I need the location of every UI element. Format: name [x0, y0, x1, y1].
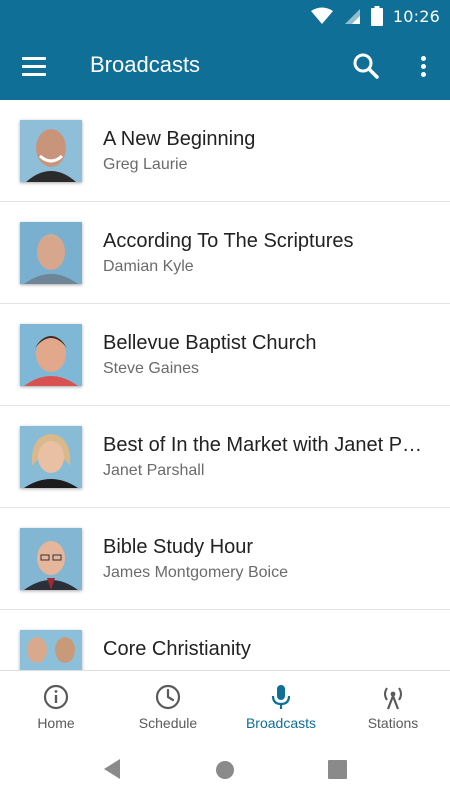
menu-icon-bar — [22, 73, 46, 76]
host-avatar — [20, 426, 82, 488]
broadcast-host: Damian Kyle — [103, 258, 194, 275]
list-item[interactable]: Best of In the Market with Janet Parshal… — [0, 406, 450, 508]
broadcast-title: Core Christianity — [103, 638, 251, 660]
broadcast-host: Greg Laurie — [103, 156, 188, 173]
wifi-icon — [310, 7, 333, 24]
broadcast-title: According To The Scriptures — [103, 230, 354, 252]
page-title: Broadcasts — [90, 52, 201, 77]
host-avatar — [20, 324, 82, 386]
host-avatar — [20, 630, 82, 670]
broadcast-title: Bible Study Hour — [103, 536, 254, 558]
broadcast-host: Janet Parshall — [103, 462, 205, 479]
clock-icon — [155, 684, 181, 710]
battery-icon — [370, 6, 383, 26]
app-bar: Broadcasts — [0, 32, 450, 100]
broadcast-title: Best of In the Market with Janet Parshal… — [103, 434, 428, 456]
host-avatar — [20, 222, 82, 284]
broadcast-host: James Montgomery Boice — [103, 564, 288, 581]
nav-home-label: Home — [37, 715, 75, 731]
info-icon — [43, 684, 69, 710]
nav-broadcasts[interactable]: Broadcasts — [225, 671, 337, 741]
status-time: 10:26 — [392, 6, 440, 26]
broadcast-list: A New Beginning Greg Laurie According To… — [0, 100, 450, 670]
menu-button[interactable] — [18, 50, 52, 84]
nav-schedule-label: Schedule — [138, 715, 198, 731]
cell-signal-icon — [344, 9, 360, 24]
host-avatar — [20, 120, 82, 182]
bottom-navigation: Home Schedule Broadcasts Stations — [0, 670, 450, 740]
search-button[interactable] — [350, 50, 382, 82]
menu-icon — [22, 57, 46, 60]
antenna-icon — [384, 687, 402, 710]
nav-broadcasts-label: Broadcasts — [245, 715, 317, 731]
microphone-icon — [271, 685, 291, 709]
broadcast-host: Steve Gaines — [103, 360, 200, 377]
list-item[interactable]: Bellevue Baptist Church Steve Gaines — [0, 304, 450, 406]
menu-icon-bar — [22, 65, 46, 68]
home-circle-icon[interactable] — [215, 760, 235, 780]
back-icon[interactable] — [102, 758, 122, 780]
system-navigation-bar — [0, 740, 450, 800]
nav-home[interactable]: Home — [0, 671, 112, 741]
broadcast-title: A New Beginning — [103, 128, 256, 150]
more-options-button[interactable] — [408, 50, 438, 82]
broadcast-title: Bellevue Baptist Church — [103, 332, 317, 354]
status-icons: 10:26 — [310, 6, 440, 26]
list-item[interactable]: Bible Study Hour James Montgomery Boice — [0, 508, 450, 610]
more-vert-icon-dot — [421, 72, 426, 77]
list-item[interactable]: A New Beginning Greg Laurie — [0, 100, 450, 202]
search-icon — [353, 53, 379, 79]
host-avatar — [20, 528, 82, 590]
status-bar: 10:26 — [0, 0, 450, 32]
nav-schedule[interactable]: Schedule — [112, 671, 224, 741]
more-vert-icon — [421, 56, 426, 61]
nav-stations[interactable]: Stations — [337, 671, 449, 741]
recents-square-icon[interactable] — [328, 760, 347, 779]
nav-stations-label: Stations — [367, 715, 419, 731]
list-item[interactable]: According To The Scriptures Damian Kyle — [0, 202, 450, 304]
list-item[interactable]: Core Christianity — [0, 610, 450, 670]
more-vert-icon-dot — [421, 64, 426, 69]
